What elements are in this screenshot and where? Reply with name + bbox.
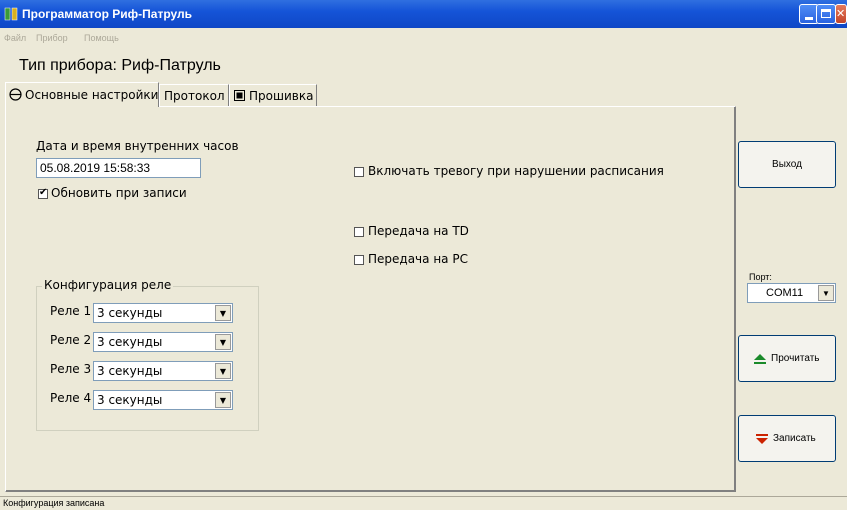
relay-1-value: 3 секунды <box>97 306 163 320</box>
square-icon <box>234 90 245 101</box>
relay-1-select[interactable]: 3 секунды ▼ <box>93 303 233 323</box>
relay-2-label: Реле 2 <box>50 333 92 347</box>
device-title: Тип прибора: Риф-Патруль <box>19 57 221 74</box>
chevron-down-icon[interactable]: ▼ <box>215 363 231 379</box>
relay-3-select[interactable]: 3 секунды ▼ <box>93 361 233 381</box>
tab-basic-settings[interactable]: Основные настройки <box>5 82 159 107</box>
menu-item-device[interactable]: Прибор <box>36 33 68 43</box>
close-button[interactable] <box>835 4 847 24</box>
alarm-schedule-checkbox[interactable] <box>354 167 364 177</box>
title-bar: Программатор Риф-Патруль <box>0 0 847 28</box>
relay-4-select[interactable]: 3 секунды ▼ <box>93 390 233 410</box>
window-title: Программатор Риф-Патруль <box>22 7 193 21</box>
transfer-td-checkbox[interactable] <box>354 227 364 237</box>
read-button[interactable]: Прочитать <box>738 335 836 382</box>
chevron-down-icon[interactable]: ▼ <box>215 305 231 321</box>
datetime-field[interactable]: 05.08.2019 15:58:33 <box>36 158 201 178</box>
tab-firmware-label: Прошивка <box>249 89 314 103</box>
transfer-td-label: Передача на TD <box>368 224 469 238</box>
port-label: Порт: <box>749 272 772 282</box>
chevron-down-icon[interactable]: ▼ <box>215 334 231 350</box>
exit-button-label: Выход <box>772 159 802 170</box>
relay-3-value: 3 секунды <box>97 364 163 378</box>
status-text: Конфигурация записана <box>3 498 105 508</box>
transfer-pc-label: Передача на PC <box>368 252 468 266</box>
clock-label: Дата и время внутренних часов <box>36 139 239 153</box>
update-on-write-checkbox[interactable] <box>38 187 48 199</box>
download-down-icon <box>756 434 768 444</box>
tab-firmware[interactable]: Прошивка <box>229 84 317 106</box>
eject-up-icon <box>754 354 766 364</box>
port-select[interactable]: COM11 ▼ <box>747 283 836 303</box>
write-button-label: Записать <box>773 433 816 444</box>
menu-bar <box>0 28 847 48</box>
maximize-button[interactable] <box>816 4 836 24</box>
relay-2-select[interactable]: 3 секунды ▼ <box>93 332 233 352</box>
tab-basic-settings-label: Основные настройки <box>25 88 159 102</box>
alarm-schedule-label: Включать тревогу при нарушении расписани… <box>368 164 664 178</box>
chevron-down-icon[interactable]: ▼ <box>818 285 834 301</box>
read-button-label: Прочитать <box>771 353 820 364</box>
circle-minus-icon <box>9 88 22 101</box>
chevron-down-icon[interactable]: ▼ <box>215 392 231 408</box>
status-bar <box>0 496 847 510</box>
menu-item-file[interactable]: Файл <box>4 33 26 43</box>
relay-3-label: Реле 3 <box>50 362 92 376</box>
app-icon <box>4 7 18 21</box>
transfer-pc-checkbox[interactable] <box>354 255 364 265</box>
relay-2-value: 3 секунды <box>97 335 163 349</box>
port-value: COM11 <box>766 287 804 299</box>
tab-protocol[interactable]: Протокол <box>159 84 229 106</box>
relay-4-label: Реле 4 <box>50 391 92 405</box>
update-on-write-label: Обновить при записи <box>51 186 187 200</box>
menu-item-help[interactable]: Помощь <box>84 33 119 43</box>
relay-config-title: Конфигурация реле <box>42 278 174 292</box>
write-button[interactable]: Записать <box>738 415 836 462</box>
relay-1-label: Реле 1 <box>50 304 92 318</box>
relay-4-value: 3 секунды <box>97 393 163 407</box>
exit-button[interactable]: Выход <box>738 141 836 188</box>
tab-protocol-label: Протокол <box>164 89 225 103</box>
